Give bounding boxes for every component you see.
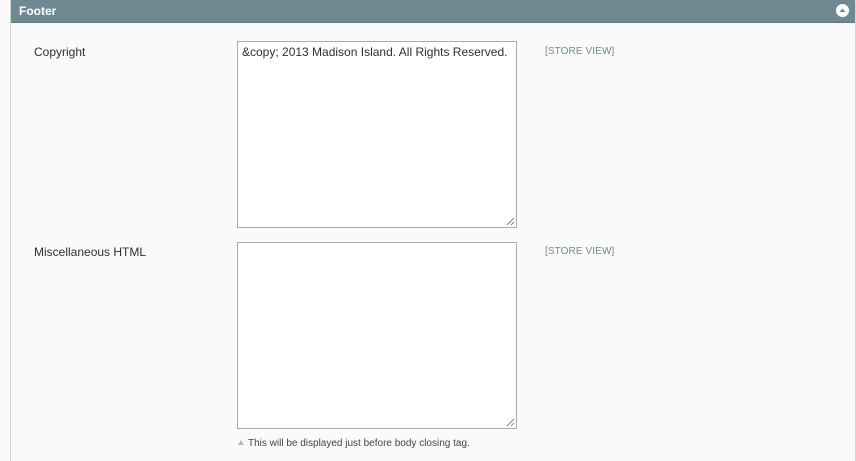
section-header[interactable]: Footer: [11, 0, 855, 23]
footer-config-section: Footer Copyright &copy; 2013 Madison Isl…: [10, 0, 856, 461]
misc-html-scope-label: [STORE VIEW]: [545, 246, 615, 257]
resize-grip-icon[interactable]: [506, 418, 515, 427]
collapse-icon[interactable]: [836, 4, 849, 17]
section-title: Footer: [19, 4, 57, 18]
resize-grip-icon[interactable]: [506, 217, 515, 226]
field-note: This will be displayed just before body …: [238, 437, 470, 450]
note-text: This will be displayed just before body …: [248, 438, 470, 449]
copyright-label: Copyright: [34, 45, 86, 59]
misc-html-textarea-wrap: [237, 242, 517, 429]
copyright-textarea[interactable]: &copy; 2013 Madison Island. All Rights R…: [238, 42, 516, 227]
misc-html-label: Miscellaneous HTML: [34, 245, 147, 259]
misc-html-textarea[interactable]: [238, 243, 516, 428]
note-arrow-icon: [238, 440, 244, 446]
copyright-scope-label: [STORE VIEW]: [545, 46, 615, 57]
copyright-textarea-wrap: &copy; 2013 Madison Island. All Rights R…: [237, 41, 517, 228]
